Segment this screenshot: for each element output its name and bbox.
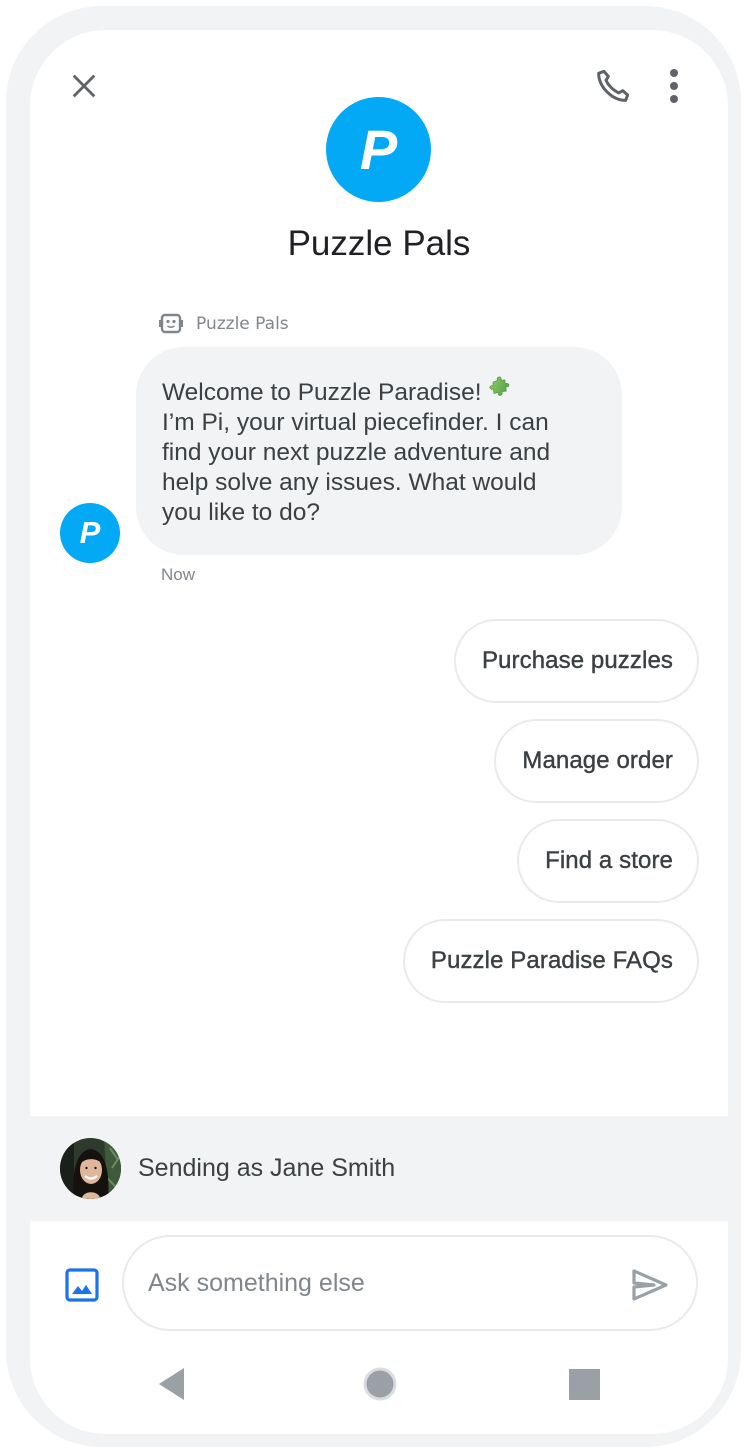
system-navigation-bar: [30, 1360, 728, 1410]
send-icon: [632, 1269, 668, 1301]
message-timestamp: Now: [161, 565, 196, 584]
bot-avatar-initial: P: [79, 515, 101, 550]
suggestion-chip-faqs[interactable]: Puzzle Paradise FAQs: [402, 919, 699, 1003]
message-input-container: [122, 1235, 698, 1331]
brand-logo: P: [326, 97, 431, 202]
call-button[interactable]: [590, 64, 636, 108]
close-icon: [72, 74, 96, 98]
brand-name: Puzzle Pals: [287, 224, 471, 263]
nav-back-button[interactable]: [154, 1364, 190, 1404]
nav-home-button[interactable]: [360, 1364, 400, 1404]
suggested-replies: Purchase puzzles Manage order Find a sto…: [402, 619, 699, 1003]
image-icon: [65, 1268, 99, 1302]
home-icon: [363, 1367, 397, 1401]
back-icon: [159, 1368, 184, 1400]
phone-icon: [597, 69, 630, 102]
suggestion-chip-manage-order[interactable]: Manage order: [494, 719, 699, 803]
suggestion-label: Manage order: [522, 747, 673, 774]
message-text: Welcome to Puzzle Paradise!: [162, 379, 482, 406]
message-input[interactable]: [148, 1237, 608, 1329]
user-avatar: [60, 1138, 121, 1199]
message-line: Welcome to Puzzle Paradise!: [162, 375, 596, 408]
sending-as-text: Sending as Jane Smith: [138, 1154, 396, 1182]
suggestion-chip-purchase-puzzles[interactable]: Purchase puzzles: [453, 619, 699, 703]
message-sender-label: Puzzle Pals: [158, 313, 289, 335]
message-line: find your next puzzle adventure and: [162, 439, 551, 466]
close-button[interactable]: [64, 66, 104, 106]
attach-image-button[interactable]: [62, 1265, 102, 1305]
suggestion-label: Purchase puzzles: [481, 647, 673, 674]
message-line: you like to do?: [162, 499, 320, 526]
suggestion-label: Puzzle Paradise FAQs: [430, 947, 673, 974]
suggestion-chip-find-a-store[interactable]: Find a store: [517, 819, 699, 903]
bot-avatar: P: [60, 503, 120, 563]
more-vert-icon: [670, 69, 678, 103]
sending-as-bar: Sending as Jane Smith: [30, 1116, 728, 1221]
message-line: help solve any issues. What would: [162, 469, 537, 496]
bot-message-bubble: Welcome to Puzzle Paradise! I’m Pi, your…: [136, 347, 622, 555]
suggestion-label: Find a store: [545, 847, 673, 874]
recents-icon: [568, 1368, 600, 1400]
phone-frame: P Puzzle Pals Puzzle Pals Welcome to Puz…: [6, 6, 741, 1447]
compose-row: [30, 1235, 728, 1333]
brand-logo-initial: P: [359, 118, 398, 181]
puzzle-piece-icon: [489, 376, 509, 396]
nav-recents-button[interactable]: [566, 1366, 602, 1402]
message-line: I’m Pi, your virtual piecefinder. I can: [162, 409, 549, 436]
bot-icon: [159, 313, 183, 334]
more-options-button[interactable]: [656, 64, 692, 108]
user-avatar-photo: [60, 1138, 121, 1199]
chat-screen: P Puzzle Pals Puzzle Pals Welcome to Puz…: [30, 30, 728, 1434]
sender-name: Puzzle Pals: [196, 314, 289, 334]
send-button[interactable]: [628, 1263, 672, 1307]
